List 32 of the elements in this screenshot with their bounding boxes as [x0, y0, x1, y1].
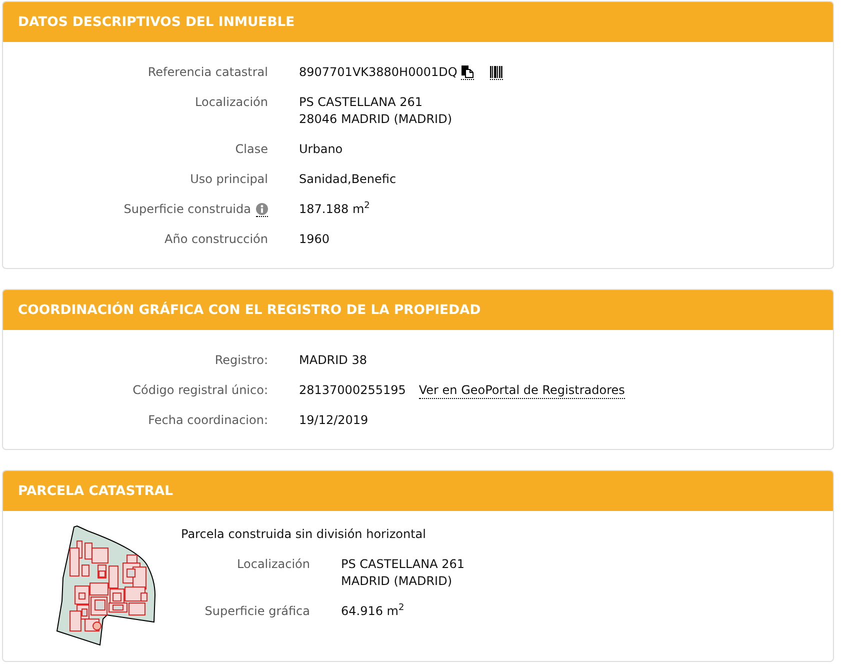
field-value: MADRID 38 — [299, 352, 368, 369]
field-label: Superficie construida — [124, 201, 251, 218]
field-value: PS CASTELLANA 261 — [299, 94, 424, 111]
field-value: Sanidad,Benefic — [299, 171, 396, 188]
section-header: COORDINACIÓN GRÁFICA CON EL REGISTRO DE LA PROPIEDAD — [3, 290, 833, 330]
geoportal-link[interactable]: Ver en GeoPortal de Registradores — [418, 382, 625, 399]
field-value: Urbano — [299, 141, 343, 158]
field-value: 8907701VK3880H0001DQ — [299, 64, 458, 81]
field-value: 1960 — [299, 231, 330, 248]
field-value: PS CASTELLANA 261 — [341, 556, 465, 573]
field-label: Código registral único: — [132, 382, 268, 399]
field-value: 28137000255195 — [299, 382, 406, 399]
field-value: 28046 MADRID (MADRID) — [299, 111, 452, 128]
copy-icon[interactable] — [461, 65, 474, 80]
field-value: 64.916 m$^{2}$ — [341, 603, 404, 620]
field-label: Uso principal — [190, 171, 268, 188]
parcel-description: Parcela construida sin división horizontal — [181, 526, 427, 543]
info-icon[interactable] — [256, 202, 268, 216]
section-header: DATOS DESCRIPTIVOS DEL INMUEBLE — [3, 2, 833, 42]
field-label: Año construcción — [164, 231, 268, 248]
field-label: Clase — [235, 141, 268, 158]
field-label: Localización — [237, 556, 310, 573]
field-value: 187.188 m$^{2}$ — [299, 201, 370, 218]
field-label: Referencia catastral — [148, 64, 268, 81]
field-value: MADRID (MADRID) — [341, 573, 454, 590]
section-header: PARCELA CATASTRAL — [3, 471, 833, 511]
field-label: Localización — [195, 94, 268, 111]
field-value: 19/12/2019 — [299, 412, 368, 429]
field-label: Fecha coordinacion: — [148, 412, 268, 429]
field-label: Registro: — [214, 352, 268, 369]
barcode-icon[interactable] — [490, 66, 504, 80]
field-label: Superficie gráfica — [204, 603, 310, 620]
